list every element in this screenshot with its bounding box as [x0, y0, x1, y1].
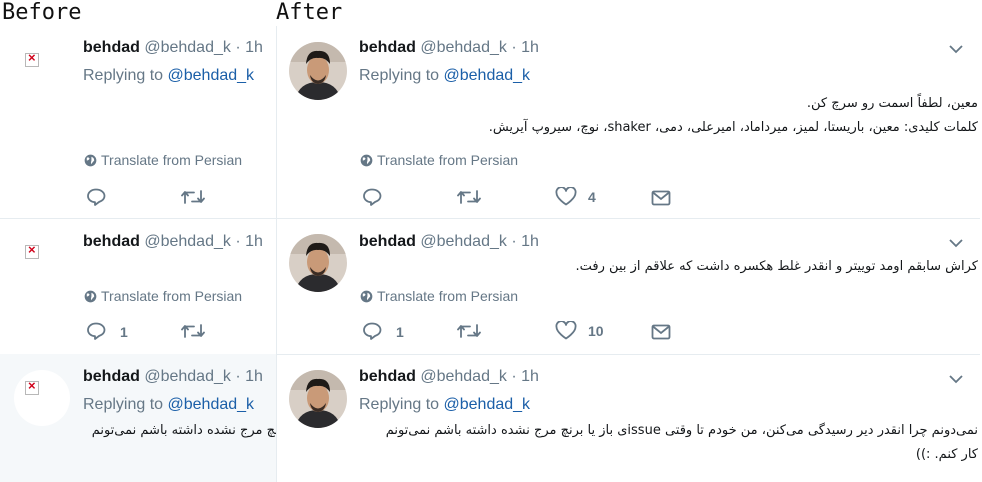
chevron-down-icon[interactable]	[949, 44, 963, 54]
retweet-icon	[457, 324, 481, 338]
chevron-down-icon[interactable]	[949, 238, 963, 248]
reply-icon	[363, 322, 382, 340]
heart-icon	[555, 321, 577, 340]
tweet-handle-time[interactable]: @behdad_k · 1h	[420, 233, 539, 250]
tweet-handle-time[interactable]: @behdad_k · 1h	[420, 368, 539, 385]
avatar-photo	[289, 42, 347, 100]
tweet-text-line: نمی‌دونم چرا انقدر دیر رسیدگی می‌کنن، من…	[385, 423, 978, 438]
tweet-author-name[interactable]: behdad	[359, 39, 416, 56]
broken-image-icon	[25, 378, 39, 395]
translate-label: Translate from Persian	[101, 152, 243, 168]
tweet-author-name[interactable]: behdad	[83, 368, 140, 385]
avatar-photo	[289, 370, 347, 428]
chevron-down-icon[interactable]	[949, 374, 963, 384]
tweet-author-name[interactable]: behdad	[359, 368, 416, 385]
avatar[interactable]	[289, 42, 347, 100]
tweet-handle-time[interactable]: @behdad_k · 1h	[144, 368, 263, 385]
reply-icon	[363, 188, 382, 206]
broken-image-icon	[25, 242, 39, 259]
globe-icon	[84, 154, 97, 167]
tweet[interactable]: behdad @behdad_k · 1h Replying to @behda…	[0, 354, 276, 482]
retweet-icon	[181, 190, 205, 204]
reply-count: 1	[396, 324, 404, 340]
tweet-text: معین، لطفاً اسمت رو سرچ کن. کلمات کلیدی:…	[489, 92, 978, 140]
avatar-placeholder	[14, 370, 70, 426]
reply-icon	[87, 322, 106, 340]
replying-handle[interactable]: @behdad_k	[168, 67, 255, 84]
heart-icon	[555, 187, 577, 206]
translate-link[interactable]: Translate from Persian	[360, 152, 518, 168]
envelope-icon	[651, 190, 671, 206]
translate-label: Translate from Persian	[377, 288, 519, 304]
tweet[interactable]: behdad @behdad_k · 1h کراش سابقم اومد تو…	[276, 218, 980, 355]
tweet-text: نمی‌دونم چرا انقدر دیر رسیدگی می‌کنن، من…	[386, 419, 978, 467]
avatar-photo	[289, 234, 347, 292]
broken-image-icon	[25, 50, 39, 67]
translate-link[interactable]: Translate from Persian	[84, 288, 242, 304]
avatar[interactable]	[289, 234, 347, 292]
tweet-author-name[interactable]: behdad	[359, 233, 416, 250]
replying-prefix: Replying to	[359, 396, 444, 413]
before-label: Before	[2, 0, 82, 25]
translate-label: Translate from Persian	[377, 152, 519, 168]
tweet[interactable]: behdad @behdad_k · 1h Replying to @behda…	[0, 26, 276, 219]
after-label: After	[276, 0, 343, 25]
tweet-author-name[interactable]: behdad	[83, 39, 140, 56]
tweet[interactable]: behdad @behdad_k · 1h Replying to @behda…	[276, 26, 980, 219]
after-panel: behdad @behdad_k · 1h Replying to @behda…	[276, 26, 980, 482]
replying-handle[interactable]: @behdad_k	[168, 396, 255, 413]
tweet-handle-time[interactable]: @behdad_k · 1h	[144, 39, 263, 56]
replying-prefix: Replying to	[83, 396, 168, 413]
translate-link[interactable]: Translate from Persian	[360, 288, 518, 304]
globe-icon	[360, 154, 373, 167]
retweet-icon	[457, 190, 481, 204]
like-count: 4	[588, 189, 596, 205]
replying-prefix: Replying to	[359, 67, 444, 84]
tweet-author-name[interactable]: behdad	[83, 233, 140, 250]
tweet-text-line: کلمات کلیدی: معین، باریستا، لمیز، میردام…	[488, 120, 978, 135]
tweet-text-line: معین، لطفاً اسمت رو سرچ کن.	[806, 96, 978, 111]
tweet-text: نمی‌دونم چرا انقدر دیر رسیدگی می‌کنن، من…	[91, 419, 276, 443]
like-count: 10	[588, 323, 604, 339]
translate-link[interactable]: Translate from Persian	[84, 152, 242, 168]
tweet-text-line: کراش سابقم اومد توییتر و انقدر غلط هکسره…	[575, 259, 978, 274]
tweet-text-line: نمی‌دونم چرا انقدر دیر رسیدگی می‌کنن، من…	[91, 423, 276, 438]
tweet-text: کراش سابقم اومد توییتر و انقدر غلط هکسره…	[576, 255, 978, 279]
avatar[interactable]	[289, 370, 347, 428]
replying-handle[interactable]: @behdad_k	[444, 67, 531, 84]
replying-prefix: Replying to	[83, 67, 168, 84]
tweet-handle-time[interactable]: @behdad_k · 1h	[144, 233, 263, 250]
tweet-handle-time[interactable]: @behdad_k · 1h	[420, 39, 539, 56]
translate-label: Translate from Persian	[101, 288, 243, 304]
globe-icon	[84, 290, 97, 303]
retweet-icon	[181, 324, 205, 338]
globe-icon	[360, 290, 373, 303]
tweet-text-line: کار کنم. :))	[915, 447, 978, 462]
replying-handle[interactable]: @behdad_k	[444, 396, 531, 413]
envelope-icon	[651, 324, 671, 340]
tweet[interactable]: behdad @behdad_k · 1h کراش سابقم اومد تو…	[0, 218, 276, 355]
tweet[interactable]: behdad @behdad_k · 1h Replying to @behda…	[276, 354, 980, 482]
before-panel: behdad @behdad_k · 1h Replying to @behda…	[0, 26, 277, 482]
reply-icon	[87, 188, 106, 206]
reply-count: 1	[120, 324, 128, 340]
